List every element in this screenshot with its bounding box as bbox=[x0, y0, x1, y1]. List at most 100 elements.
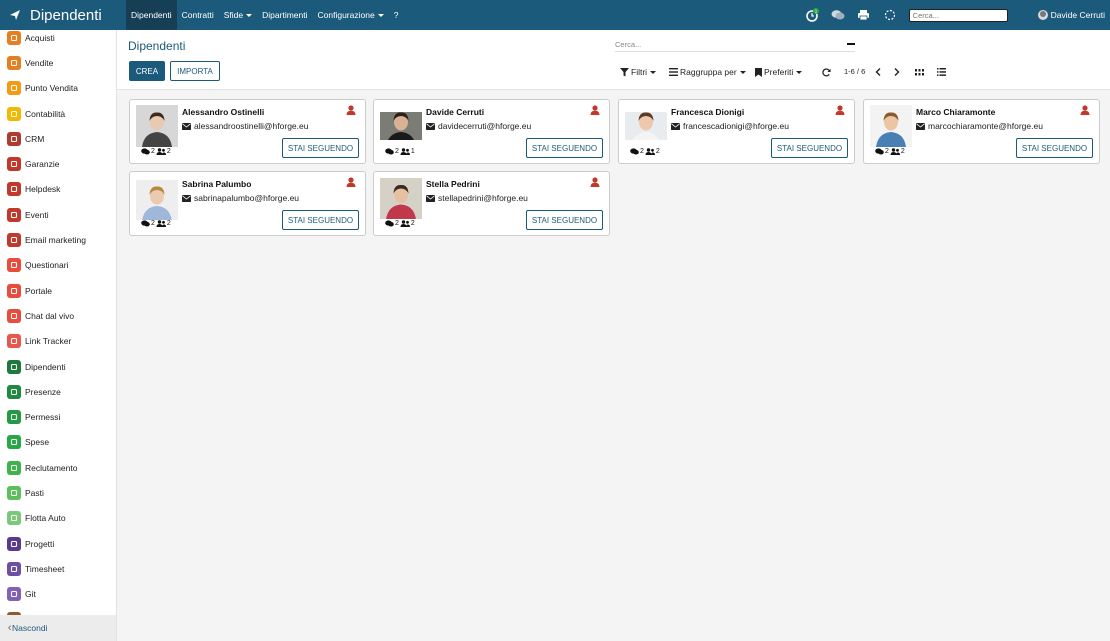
user-menu[interactable]: Davide Cerruti bbox=[1037, 10, 1105, 20]
headset-icon bbox=[7, 182, 21, 197]
following-button[interactable]: STAI SEGUENDO bbox=[771, 138, 848, 158]
followers-count: 2 bbox=[166, 148, 171, 155]
pager-next-icon[interactable] bbox=[891, 66, 903, 78]
puzzle-icon bbox=[7, 536, 21, 551]
employee-card[interactable]: Marco Chiaramonte marcochiaramonte@hforge… bbox=[863, 99, 1100, 164]
messages-icon[interactable] bbox=[830, 7, 846, 23]
sidebar-item-pasti[interactable]: Pasti bbox=[0, 480, 116, 505]
sidebar-item-label: Portale bbox=[25, 285, 52, 296]
employee-card[interactable]: Davide Cerruti davidecerruti@hforge.eu 2 1 S… bbox=[373, 99, 610, 164]
portal-icon bbox=[7, 283, 21, 298]
menu-item-configurazione[interactable]: Configurazione bbox=[313, 0, 389, 30]
sidebar-item-label: Timesheet bbox=[25, 563, 65, 574]
menu-item-contratti[interactable]: Contratti bbox=[177, 0, 219, 30]
import-button[interactable]: IMPORTA bbox=[170, 61, 220, 81]
employee-card[interactable]: Stella Pedrini stellapedrini@hforge.eu 2 2 S… bbox=[373, 171, 610, 236]
menu-label: Contratti bbox=[181, 10, 214, 20]
employee-photo bbox=[380, 112, 422, 140]
hide-sidebar-button[interactable]: ‹‹ Nascondi bbox=[0, 615, 116, 641]
caret-down-icon bbox=[739, 70, 746, 74]
apps-menu-icon[interactable] bbox=[8, 8, 22, 22]
employee-card[interactable]: Sabrina Palumbo sabrinapalumbo@hforge.eu 2… bbox=[129, 171, 366, 236]
sidebar-item-reclutamento[interactable]: Reclutamento bbox=[0, 455, 116, 480]
sidebar-item-link-tracker[interactable]: Link Tracker bbox=[0, 329, 116, 354]
employee-photo bbox=[870, 105, 912, 147]
sidebar-item-email-marketing[interactable]: Email marketing bbox=[0, 227, 116, 252]
sidebar-item-timesheet[interactable]: Timesheet bbox=[0, 556, 116, 581]
following-button[interactable]: STAI SEGUENDO bbox=[526, 138, 603, 158]
sidebar-item-label: Eventi bbox=[25, 209, 49, 220]
search-placeholder: Cerca... bbox=[615, 40, 642, 49]
menu-item-help[interactable]: ? bbox=[389, 0, 404, 30]
print-icon[interactable] bbox=[856, 7, 872, 23]
sidebar-item-presenze[interactable]: Presenze bbox=[0, 379, 116, 404]
sidebar-item-garanzie[interactable]: Garanzie bbox=[0, 151, 116, 176]
list-view-icon[interactable] bbox=[935, 66, 947, 78]
systray: 1 Davide Cerruti bbox=[799, 0, 1110, 30]
employee-name: Francesca Dionigi bbox=[671, 107, 745, 117]
pager-value[interactable]: 1-6 / 6 bbox=[844, 67, 865, 76]
sidebar-item-helpdesk[interactable]: Helpdesk bbox=[0, 177, 116, 202]
create-button[interactable]: CREA bbox=[129, 61, 165, 81]
employee-card[interactable]: Alessandro Ostinelli alessandroostinelli@… bbox=[129, 99, 366, 164]
sidebar-item-contabilit-[interactable]: Contabilità bbox=[0, 101, 116, 126]
sidebar-item-vendite[interactable]: Vendite bbox=[0, 50, 116, 75]
employee-email-text: davidecerruti@hforge.eu bbox=[438, 121, 532, 131]
following-button[interactable]: STAI SEGUENDO bbox=[282, 210, 359, 230]
kanban-view-icon[interactable] bbox=[913, 66, 925, 78]
refresh-icon[interactable] bbox=[820, 66, 832, 78]
followers-count: 2 bbox=[410, 220, 415, 227]
employee-email: alessandroostinelli@hforge.eu bbox=[182, 121, 308, 131]
sidebar-item-crm[interactable]: CRM bbox=[0, 126, 116, 151]
followers-icon bbox=[400, 148, 410, 155]
sidebar-item-dipendenti[interactable]: Dipendenti bbox=[0, 354, 116, 379]
sidebar-item-eventi[interactable]: Eventi bbox=[0, 202, 116, 227]
pager-previous-icon[interactable] bbox=[872, 66, 884, 78]
caret-down-icon bbox=[650, 70, 657, 74]
document-icon bbox=[7, 106, 21, 121]
followers-icon bbox=[156, 220, 166, 227]
ticket-icon bbox=[7, 207, 21, 222]
sidebar-item-git[interactable]: Git bbox=[0, 582, 116, 607]
employee-card[interactable]: Francesca Dionigi francescadionigi@hforge… bbox=[618, 99, 855, 164]
employee-photo bbox=[380, 178, 422, 219]
following-button[interactable]: STAI SEGUENDO bbox=[526, 210, 603, 230]
employee-stats: 21 bbox=[385, 148, 415, 155]
followers-count: 2 bbox=[900, 148, 905, 155]
sidebar-item-chat-dal-vivo[interactable]: Chat dal vivo bbox=[0, 303, 116, 328]
followers-count: 2 bbox=[166, 220, 171, 227]
sidebar-item-permessi[interactable]: Permessi bbox=[0, 404, 116, 429]
send-icon bbox=[7, 233, 21, 248]
activity-clock-icon[interactable]: 1 bbox=[804, 7, 820, 23]
menu-item-sfide[interactable]: Sfide bbox=[219, 0, 257, 30]
groupby-dropdown[interactable]: Raggruppa per bbox=[669, 66, 746, 78]
filters-dropdown[interactable]: Filtri bbox=[620, 66, 657, 78]
top-search-input[interactable] bbox=[908, 8, 1008, 22]
sidebar-item-questionari[interactable]: Questionari bbox=[0, 253, 116, 278]
app-sidebar: Acquisti Vendite Punto Vendita Contabilità C… bbox=[0, 30, 117, 641]
followers-group: 2 bbox=[645, 148, 660, 155]
filters-label: Filtri bbox=[631, 67, 648, 77]
following-button[interactable]: STAI SEGUENDO bbox=[1016, 138, 1093, 158]
caret-down-icon bbox=[796, 70, 803, 74]
envelope-icon bbox=[671, 122, 680, 130]
sidebar-item-progetti[interactable]: Progetti bbox=[0, 531, 116, 556]
sidebar-item-label: Reclutamento bbox=[25, 462, 78, 473]
menu-item-dipendenti[interactable]: Dipendenti bbox=[126, 0, 177, 30]
sidebar-item-spese[interactable]: Spese bbox=[0, 430, 116, 455]
breadcrumb[interactable]: Dipendenti bbox=[128, 39, 185, 53]
favorites-dropdown[interactable]: Preferiti bbox=[755, 66, 803, 78]
sidebar-item-label: CRM bbox=[25, 133, 45, 144]
loading-spinner-icon bbox=[882, 7, 898, 23]
chat-icon bbox=[7, 308, 21, 323]
menu-label: Dipartimenti bbox=[262, 10, 308, 20]
sidebar-item-acquisti[interactable]: Acquisti bbox=[0, 30, 116, 50]
sidebar-item-flotta-auto[interactable]: Flotta Auto bbox=[0, 506, 116, 531]
app-brand[interactable]: Dipendenti bbox=[0, 0, 126, 30]
minus-icon[interactable] bbox=[847, 43, 855, 45]
following-button[interactable]: STAI SEGUENDO bbox=[282, 138, 359, 158]
sidebar-item-punto-vendita[interactable]: Punto Vendita bbox=[0, 76, 116, 101]
search-input[interactable]: Cerca... bbox=[615, 38, 855, 52]
sidebar-item-portale[interactable]: Portale bbox=[0, 278, 116, 303]
menu-item-dipartimenti[interactable]: Dipartimenti bbox=[257, 0, 312, 30]
